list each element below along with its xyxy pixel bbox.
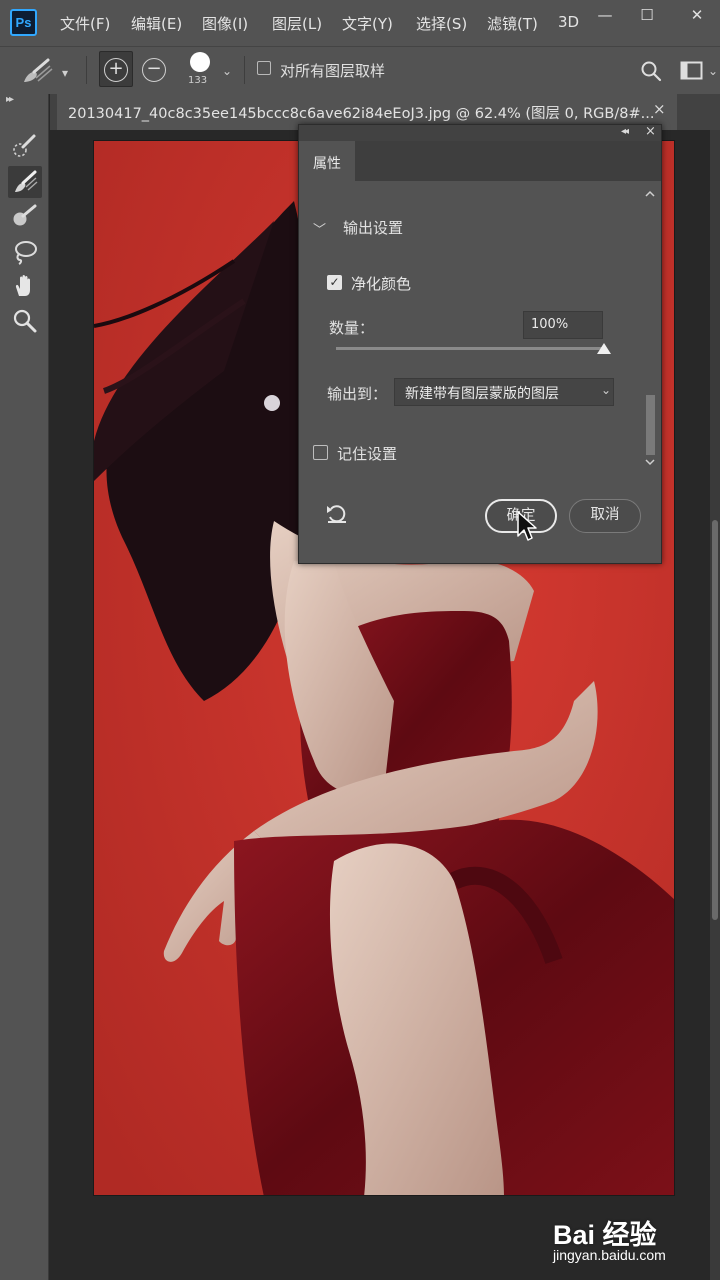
workspace-layout-icon[interactable] [680,61,704,85]
vertical-scrollbar-thumb[interactable] [712,520,718,920]
document-tab-title[interactable]: 20130417_40c8c35ee145bccc8c6ave62i84eEoJ… [68,102,654,123]
panel-scrollbar[interactable] [643,185,657,475]
chevron-down-icon[interactable]: ▾ [62,66,68,80]
close-panel-icon[interactable]: × [645,124,656,139]
watermark-url-text: jingyan.baidu.com [553,1247,666,1263]
decontaminate-colors-label: 净化颜色 [351,275,412,293]
amount-label: 数量： [329,319,375,337]
amount-slider-track[interactable] [336,347,604,350]
options-divider [244,56,245,84]
amount-input[interactable]: 100% [523,311,603,339]
tab-properties-label: 属性 [313,156,341,172]
menu-image[interactable]: 图像(I) [202,13,248,34]
sample-all-layers-label: 对所有图层取样 [280,62,386,80]
brush-tip-preview[interactable] [190,52,210,72]
menu-file[interactable]: 文件(F) [60,13,110,34]
output-to-select[interactable]: 新建带有图层蒙版的图层 [394,378,614,406]
search-icon[interactable] [640,60,662,86]
collapse-panel-arrows-icon[interactable]: ◂◂ [621,126,629,137]
section-collapse-chevron-icon[interactable]: ﹀ [313,219,326,238]
remember-settings-checkbox[interactable] [313,445,328,460]
mouse-cursor-icon [516,510,540,548]
cancel-button[interactable]: 取消 [569,499,641,533]
lasso-tool-icon[interactable] [8,236,42,268]
erase-edge-button[interactable]: − [142,58,166,82]
brush-picker-chevron-icon[interactable]: ⌄ [222,64,232,78]
close-document-icon[interactable]: × [653,100,666,118]
sample-all-layers-checkbox[interactable] [257,61,271,75]
output-to-label: 输出到： [327,385,388,403]
minimize-button[interactable]: — [590,4,620,26]
zoom-tool-icon[interactable] [8,305,42,337]
refine-brush-preset-icon[interactable] [20,56,56,90]
quick-selection-tool-icon[interactable] [8,130,42,162]
workspace-chevron-icon[interactable]: ⌄ [708,64,718,78]
expand-edge-button[interactable]: + [104,58,128,82]
menu-filter[interactable]: 滤镜(T) [487,13,538,34]
hand-tool-icon[interactable] [8,270,42,302]
menu-layer[interactable]: 图层(L) [272,13,322,34]
panel-title-strip [299,125,661,141]
output-settings-title[interactable]: 输出设置 [343,217,403,238]
reset-icon[interactable] [325,503,349,529]
amount-slider-thumb[interactable] [597,343,611,354]
menu-edit[interactable]: 编辑(E) [131,13,182,34]
collapse-panel-icon[interactable]: ▸▸ [6,94,14,105]
photoshop-logo: Ps [10,9,37,36]
menu-bar: Ps 文件(F) 编辑(E) 图像(I) 图层(L) 文字(Y) 选择(S) 滤… [0,0,720,46]
decontaminate-colors-checkbox[interactable]: ✓ [327,275,342,290]
menu-select[interactable]: 选择(S) [416,13,467,34]
properties-panel: ◂◂ × 属性 ﹀ 输出设置 ✓ 净化颜色 数量： 100% 输出到： 新建带有… [298,124,662,564]
watermark-main-text: Bai 经验 [553,1220,657,1250]
brush-tool-icon[interactable] [8,200,42,232]
chevron-down-icon[interactable]: ⌄ [601,383,611,397]
menu-type[interactable]: 文字(Y) [342,13,393,34]
refine-edge-brush-tool-icon[interactable] [8,166,42,198]
brush-size-value: 133 [188,75,208,86]
close-window-button[interactable]: ✕ [682,4,712,26]
remember-settings-label: 记住设置 [337,445,398,463]
menu-3d[interactable]: 3D [558,13,579,31]
maximize-button[interactable]: ☐ [632,4,662,26]
options-divider [86,56,87,84]
